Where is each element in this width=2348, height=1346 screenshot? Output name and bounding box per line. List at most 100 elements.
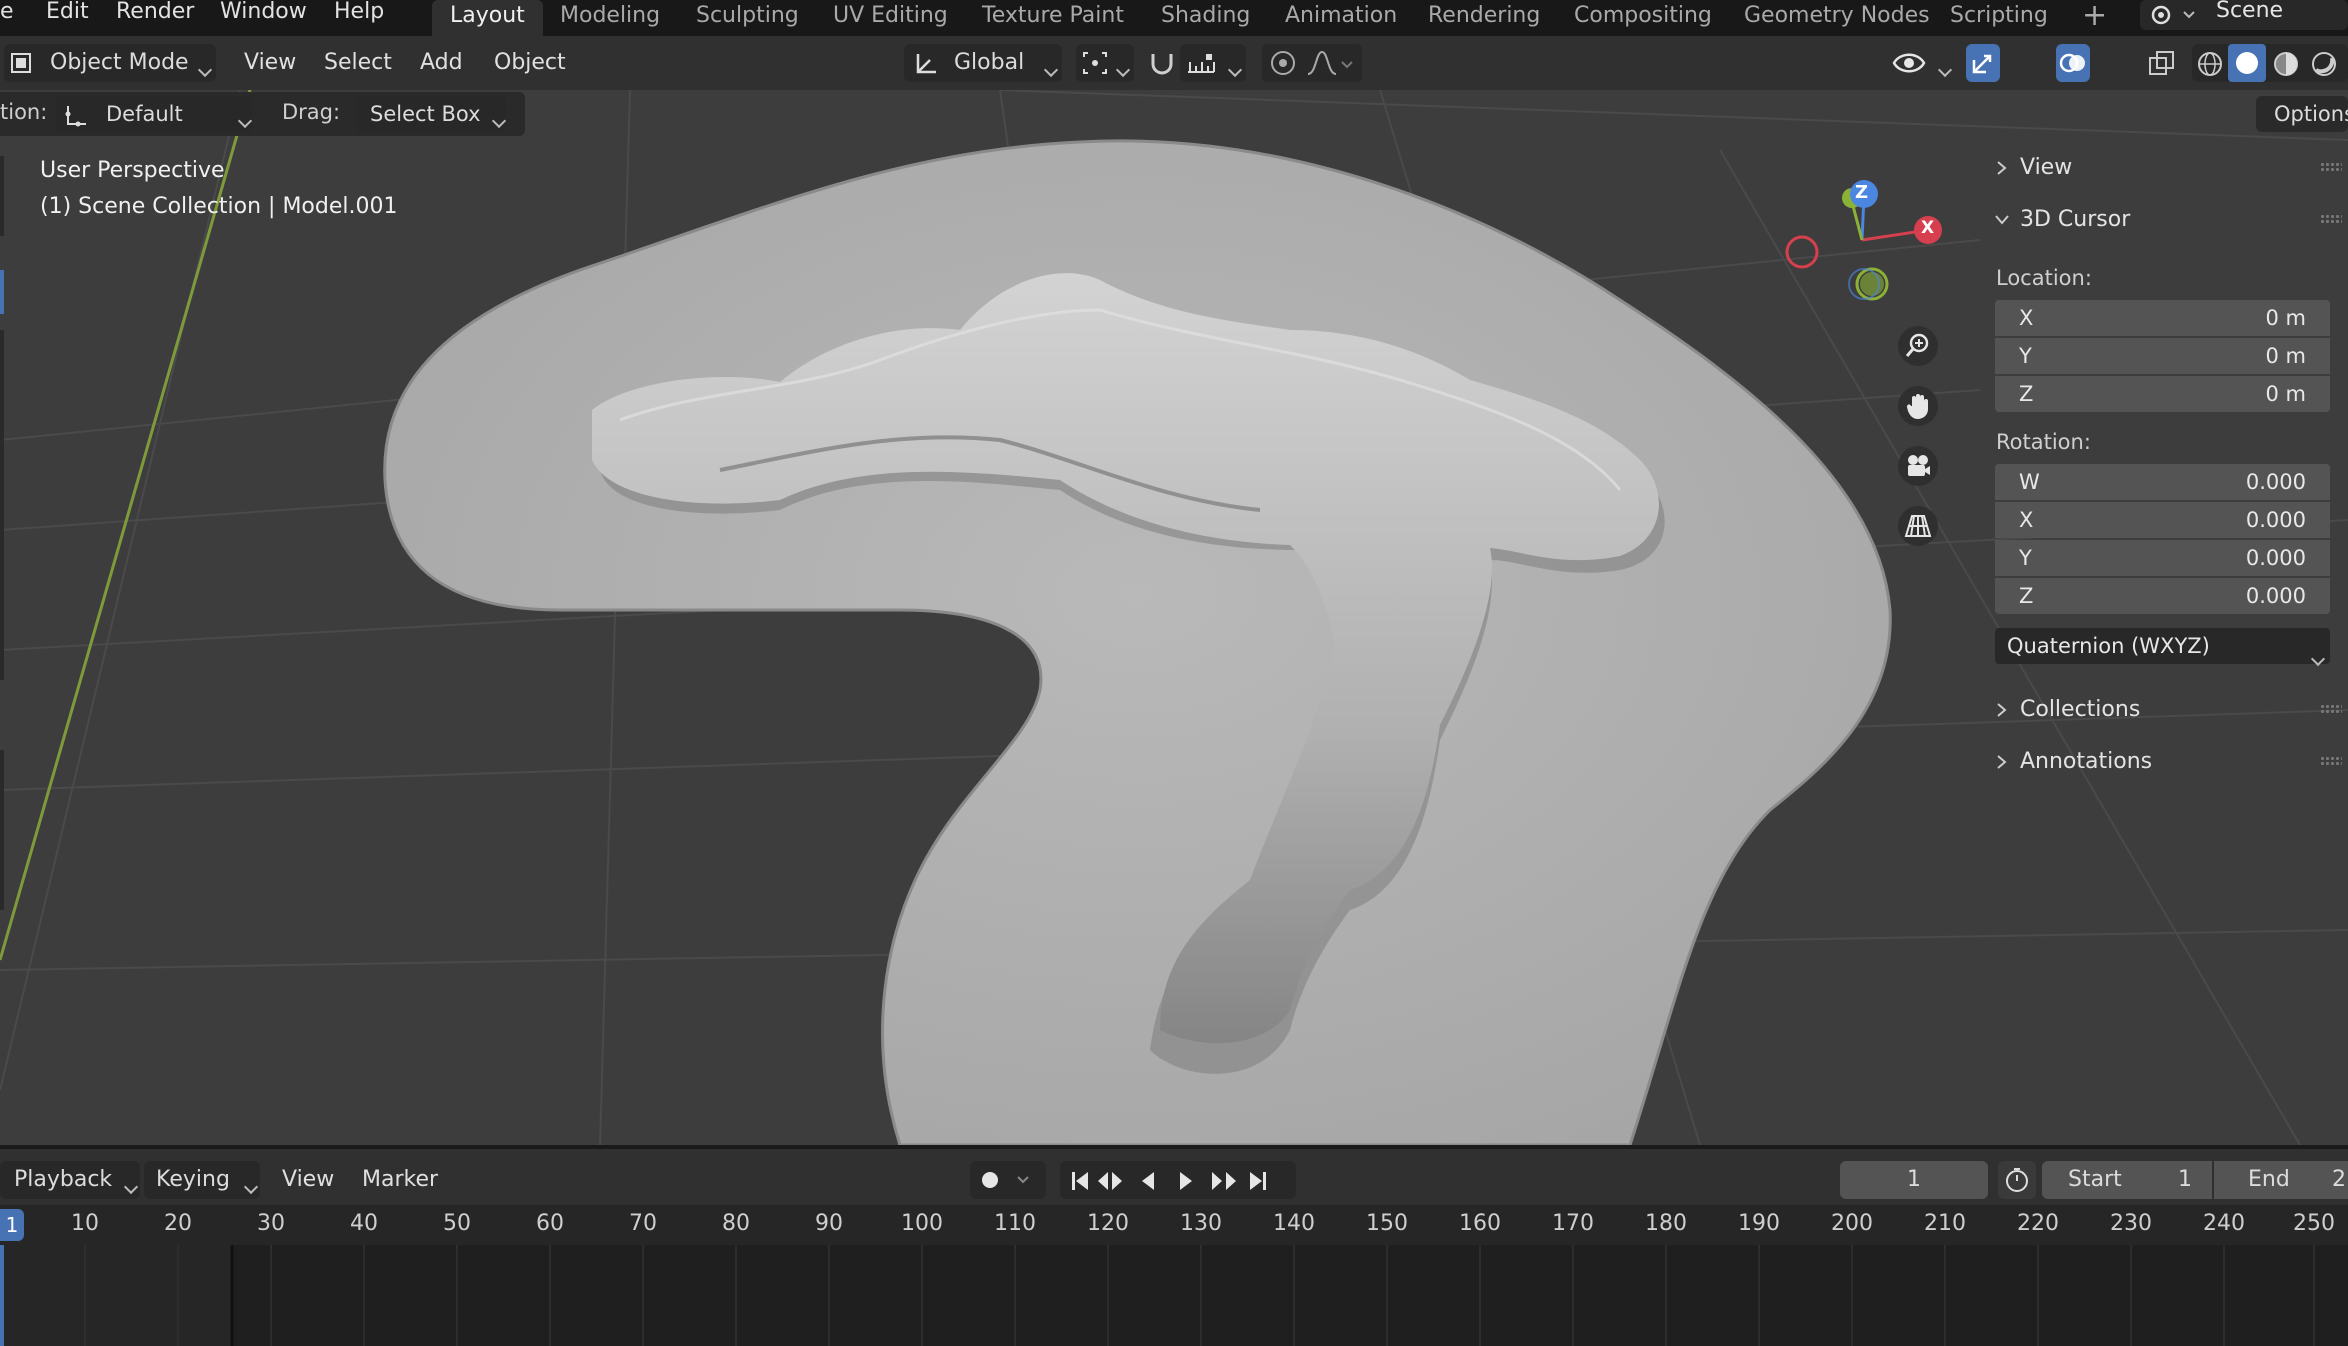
panel-3d-cursor-label: 3D Cursor [2020, 207, 2131, 232]
rotation-z-field[interactable]: Z 0.000 [1995, 578, 2330, 614]
shading-mode-group [2192, 44, 2348, 82]
start-frame-field[interactable]: Start 1 [2042, 1161, 2212, 1199]
location-x-field[interactable]: X 0 m [1995, 300, 2330, 336]
timeline-menu-view[interactable]: View [282, 1161, 334, 1199]
mode-label: Object Mode [50, 50, 189, 75]
current-frame-field[interactable]: 1 [1840, 1161, 1988, 1199]
options-button[interactable]: Options [2256, 96, 2348, 132]
menu-edit[interactable]: Edit [46, 0, 89, 36]
current-frame-indicator[interactable]: 1 [0, 1209, 24, 1241]
panel-3d-cursor[interactable]: 3D Cursor [1980, 200, 2348, 240]
visibility-selector[interactable] [1888, 44, 1954, 82]
play-button[interactable] [1178, 1161, 1216, 1199]
scene-selector[interactable]: Scene [2140, 0, 2348, 30]
pivot-point-selector[interactable] [1076, 44, 1134, 82]
play-reverse-button[interactable] [1140, 1161, 1178, 1199]
jump-to-keyframe-forward-button[interactable] [1216, 1161, 1258, 1199]
ruler-tick: 140 [1273, 1211, 1315, 1236]
jump-to-keyframe-back-button[interactable] [1098, 1161, 1136, 1199]
perspective-toggle-button[interactable] [1898, 506, 1938, 546]
drag-handle-icon[interactable] [2320, 756, 2342, 766]
active-tool-indicator[interactable] [0, 270, 4, 314]
zoom-button[interactable] [1898, 326, 1938, 366]
tab-compositing[interactable]: Compositing [1556, 0, 1730, 36]
field-value: 0.000 [2245, 470, 2306, 494]
tab-animation[interactable]: Animation [1267, 0, 1415, 36]
menu-render[interactable]: Render [116, 0, 194, 36]
tab-layout[interactable]: Layout [432, 0, 543, 36]
location-y-field[interactable]: Y 0 m [1995, 338, 2330, 374]
tab-texture-paint[interactable]: Texture Paint [964, 0, 1142, 36]
field-key: Z [2019, 584, 2034, 608]
end-label: End [2248, 1167, 2290, 1192]
auto-keying-group[interactable] [970, 1161, 1046, 1199]
rotation-mode-dropdown[interactable]: Quaternion (WXYZ) [1995, 628, 2330, 667]
menu-file[interactable]: e [0, 0, 14, 36]
header-menu-view[interactable]: View [244, 44, 296, 82]
hand-icon [1906, 394, 1928, 419]
ruler-tick: 210 [1924, 1211, 1966, 1236]
rendered-shading-icon[interactable] [2310, 50, 2338, 78]
add-workspace-icon[interactable]: + [2082, 0, 2107, 33]
gizmo-toggle-button[interactable] [1966, 44, 2000, 82]
panel-collections[interactable]: Collections [1980, 690, 2348, 730]
drag-handle-icon[interactable] [2320, 214, 2342, 224]
model-base[interactable] [383, 139, 1892, 1145]
preview-range-toggle[interactable] [1998, 1161, 2036, 1199]
tab-modeling[interactable]: Modeling [542, 0, 678, 36]
wireframe-shading-icon[interactable] [2196, 50, 2224, 78]
timeline-ruler[interactable]: 1 10 20 30 40 50 60 70 80 90 100 110 120… [0, 1205, 2348, 1245]
tab-scripting[interactable]: Scripting [1932, 0, 2066, 36]
tab-uv-editing[interactable]: UV Editing [815, 0, 966, 36]
tab-sculpting[interactable]: Sculpting [678, 0, 817, 36]
xray-toggle-icon[interactable] [2148, 50, 2176, 78]
proportional-editing-group[interactable] [1262, 44, 1362, 82]
tab-shading[interactable]: Shading [1143, 0, 1268, 36]
header-menu-object[interactable]: Object [494, 44, 566, 82]
end-value: 2 [2332, 1167, 2346, 1192]
rotation-w-field[interactable]: W 0.000 [1995, 464, 2330, 500]
location-label: Location: [1996, 266, 2092, 290]
tab-rendering[interactable]: Rendering [1410, 0, 1558, 36]
rotation-y-field[interactable]: Y 0.000 [1995, 540, 2330, 576]
orientation-dropdown[interactable]: Default [56, 96, 253, 132]
current-frame-value: 1 [1907, 1167, 1921, 1192]
stopwatch-icon [2006, 1168, 2028, 1192]
end-frame-field[interactable]: End 2 [2214, 1161, 2348, 1199]
drag-value: Select Box [370, 102, 481, 126]
jump-to-start-button[interactable] [1060, 1161, 1098, 1199]
keying-menu[interactable]: Keying [144, 1161, 260, 1199]
field-key: Z [2019, 382, 2034, 406]
camera-view-button[interactable] [1898, 446, 1938, 486]
field-value: 0 m [2265, 306, 2307, 330]
location-z-field[interactable]: Z 0 m [1995, 376, 2330, 412]
drag-dropdown[interactable]: Select Box [356, 96, 507, 132]
rotation-x-field[interactable]: X 0.000 [1995, 502, 2330, 538]
pan-button[interactable] [1898, 386, 1938, 426]
header-menu-select[interactable]: Select [324, 44, 392, 82]
overlays-toggle-button[interactable] [2056, 44, 2090, 82]
snap-target-selector[interactable] [1180, 44, 1246, 82]
panel-view[interactable]: View [1980, 148, 2348, 188]
playback-menu[interactable]: Playback [0, 1161, 140, 1199]
timeline-menu-marker[interactable]: Marker [362, 1161, 438, 1199]
panel-annotations[interactable]: Annotations [1980, 742, 2348, 782]
pivot-icon [1083, 52, 1107, 74]
tab-geometry-nodes[interactable]: Geometry Nodes [1726, 0, 1948, 36]
solid-shading-button[interactable] [2228, 44, 2266, 82]
timeline-track-area[interactable] [0, 1245, 2348, 1346]
jump-to-end-button[interactable] [1258, 1161, 1296, 1199]
ruler-current-frame: 1 [5, 1213, 19, 1237]
menu-window[interactable]: Window [220, 0, 307, 36]
transform-orientation-selector[interactable]: Global [904, 44, 1062, 82]
material-shading-icon[interactable] [2272, 50, 2300, 78]
mode-selector[interactable]: Object Mode [4, 44, 216, 82]
drag-handle-icon[interactable] [2320, 704, 2342, 714]
menu-help[interactable]: Help [334, 0, 384, 36]
header-menu-add[interactable]: Add [420, 44, 463, 82]
drag-handle-icon[interactable] [2320, 162, 2342, 172]
ruler-tick: 100 [901, 1211, 943, 1236]
eye-icon [1892, 53, 1926, 73]
chevron-right-icon [1997, 161, 2007, 175]
snap-magnet-icon[interactable] [1148, 50, 1176, 78]
